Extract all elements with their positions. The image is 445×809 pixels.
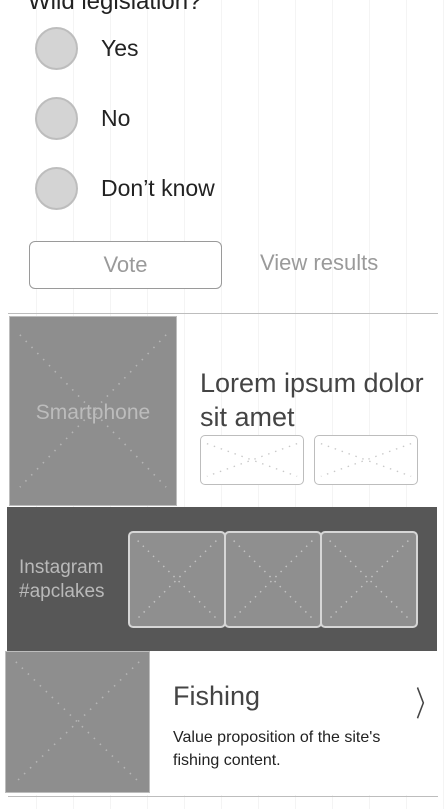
image-placeholder-icon — [206, 443, 298, 477]
instagram-photo[interactable] — [224, 531, 322, 628]
promo-title[interactable]: Lorem ipsum dolor sit amet — [200, 366, 430, 434]
fishing-image-placeholder — [5, 651, 150, 793]
fishing-card[interactable]: Fishing Value proposition of the site's … — [5, 651, 438, 795]
poll-question: Wild legislation? — [28, 0, 202, 15]
instagram-title: Instagram — [19, 557, 104, 578]
poll-option-label: Yes — [101, 34, 139, 61]
fishing-title: Fishing — [173, 681, 261, 711]
poll-option-label: Don’t know — [101, 174, 215, 201]
radio-button[interactable] — [35, 166, 78, 210]
smartphone-label: Smartphone — [35, 401, 151, 424]
image-placeholder-icon — [15, 661, 140, 783]
image-placeholder-icon — [329, 540, 409, 619]
fishing-description: Value proposition of the site's fishing … — [173, 729, 381, 769]
poll-option-dont-know[interactable]: Don’t know — [35, 166, 215, 210]
smartphone-image-placeholder: Smartphone — [9, 316, 177, 506]
instagram-photo[interactable] — [320, 531, 418, 628]
poll-option-label: No — [101, 104, 131, 131]
image-placeholder-icon — [137, 540, 217, 619]
poll-option-no[interactable]: No — [35, 96, 130, 140]
radio-button[interactable] — [35, 96, 78, 140]
instagram-label: Instagram #apclakes — [19, 556, 105, 604]
vote-button[interactable]: Vote — [29, 241, 222, 289]
divider — [8, 796, 438, 797]
poll-option-yes[interactable]: Yes — [35, 26, 139, 70]
view-results-link[interactable]: View results — [260, 250, 378, 276]
chevron-right-icon[interactable]: 〉 — [416, 677, 436, 726]
image-placeholder-icon — [320, 443, 412, 477]
thumbnail-placeholder[interactable] — [200, 435, 304, 485]
radio-button[interactable] — [35, 26, 78, 70]
divider — [8, 313, 438, 314]
instagram-hashtag: #apclakes — [19, 581, 105, 602]
instagram-photo[interactable] — [128, 531, 226, 628]
thumbnail-placeholder[interactable] — [314, 435, 418, 485]
image-placeholder-icon — [233, 540, 313, 619]
